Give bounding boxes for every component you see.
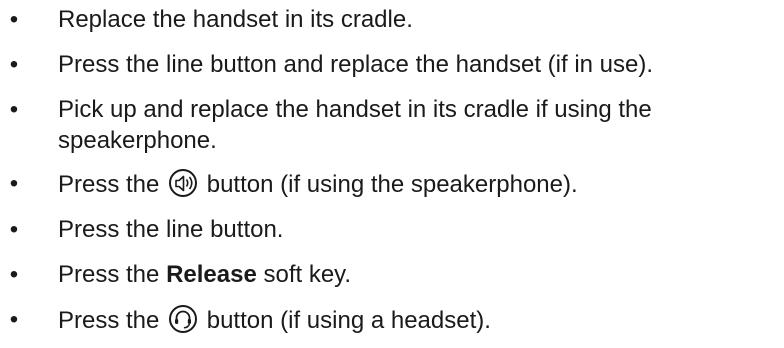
item-text-line2: speakerphone. (58, 127, 217, 154)
bullet: • (9, 306, 19, 333)
item-text-after: button (if using a headset). (206, 307, 491, 334)
bullet: • (9, 216, 19, 243)
bullet: • (9, 6, 19, 33)
list-item: • Press the button (if using the speaker… (0, 168, 784, 200)
list-item: • Pick up and replace the handset in its… (0, 94, 784, 156)
bullet: • (9, 51, 19, 78)
release-soft-key-label: Release (166, 261, 257, 288)
item-text-after: button (if using the speakerphone). (206, 171, 578, 198)
headset-icon (169, 305, 198, 333)
item-text-after: soft key. (263, 261, 352, 288)
item-text: Press the line button and replace the ha… (58, 51, 654, 78)
speakerphone-icon (169, 169, 198, 197)
list-item: • Press the Release soft key. (0, 259, 784, 290)
list-item: • Press the button (if using a headset). (0, 304, 784, 336)
item-text-before: Press the (58, 307, 160, 334)
bullet: • (9, 96, 19, 123)
list-item: • Press the line button. (0, 214, 784, 245)
list-item: • Replace the handset in its cradle. (0, 4, 784, 35)
bullet: • (9, 261, 19, 288)
bullet-list: • Replace the handset in its cradle. • P… (0, 4, 784, 336)
bullet: • (9, 170, 19, 197)
item-text: Replace the handset in its cradle. (58, 6, 413, 33)
item-text: Press the line button. (58, 216, 284, 243)
item-text-before: Press the (58, 171, 160, 198)
item-text-line1: Pick up and replace the handset in its c… (58, 96, 652, 123)
item-text-before: Press the (58, 261, 160, 288)
list-item: • Press the line button and replace the … (0, 49, 784, 80)
